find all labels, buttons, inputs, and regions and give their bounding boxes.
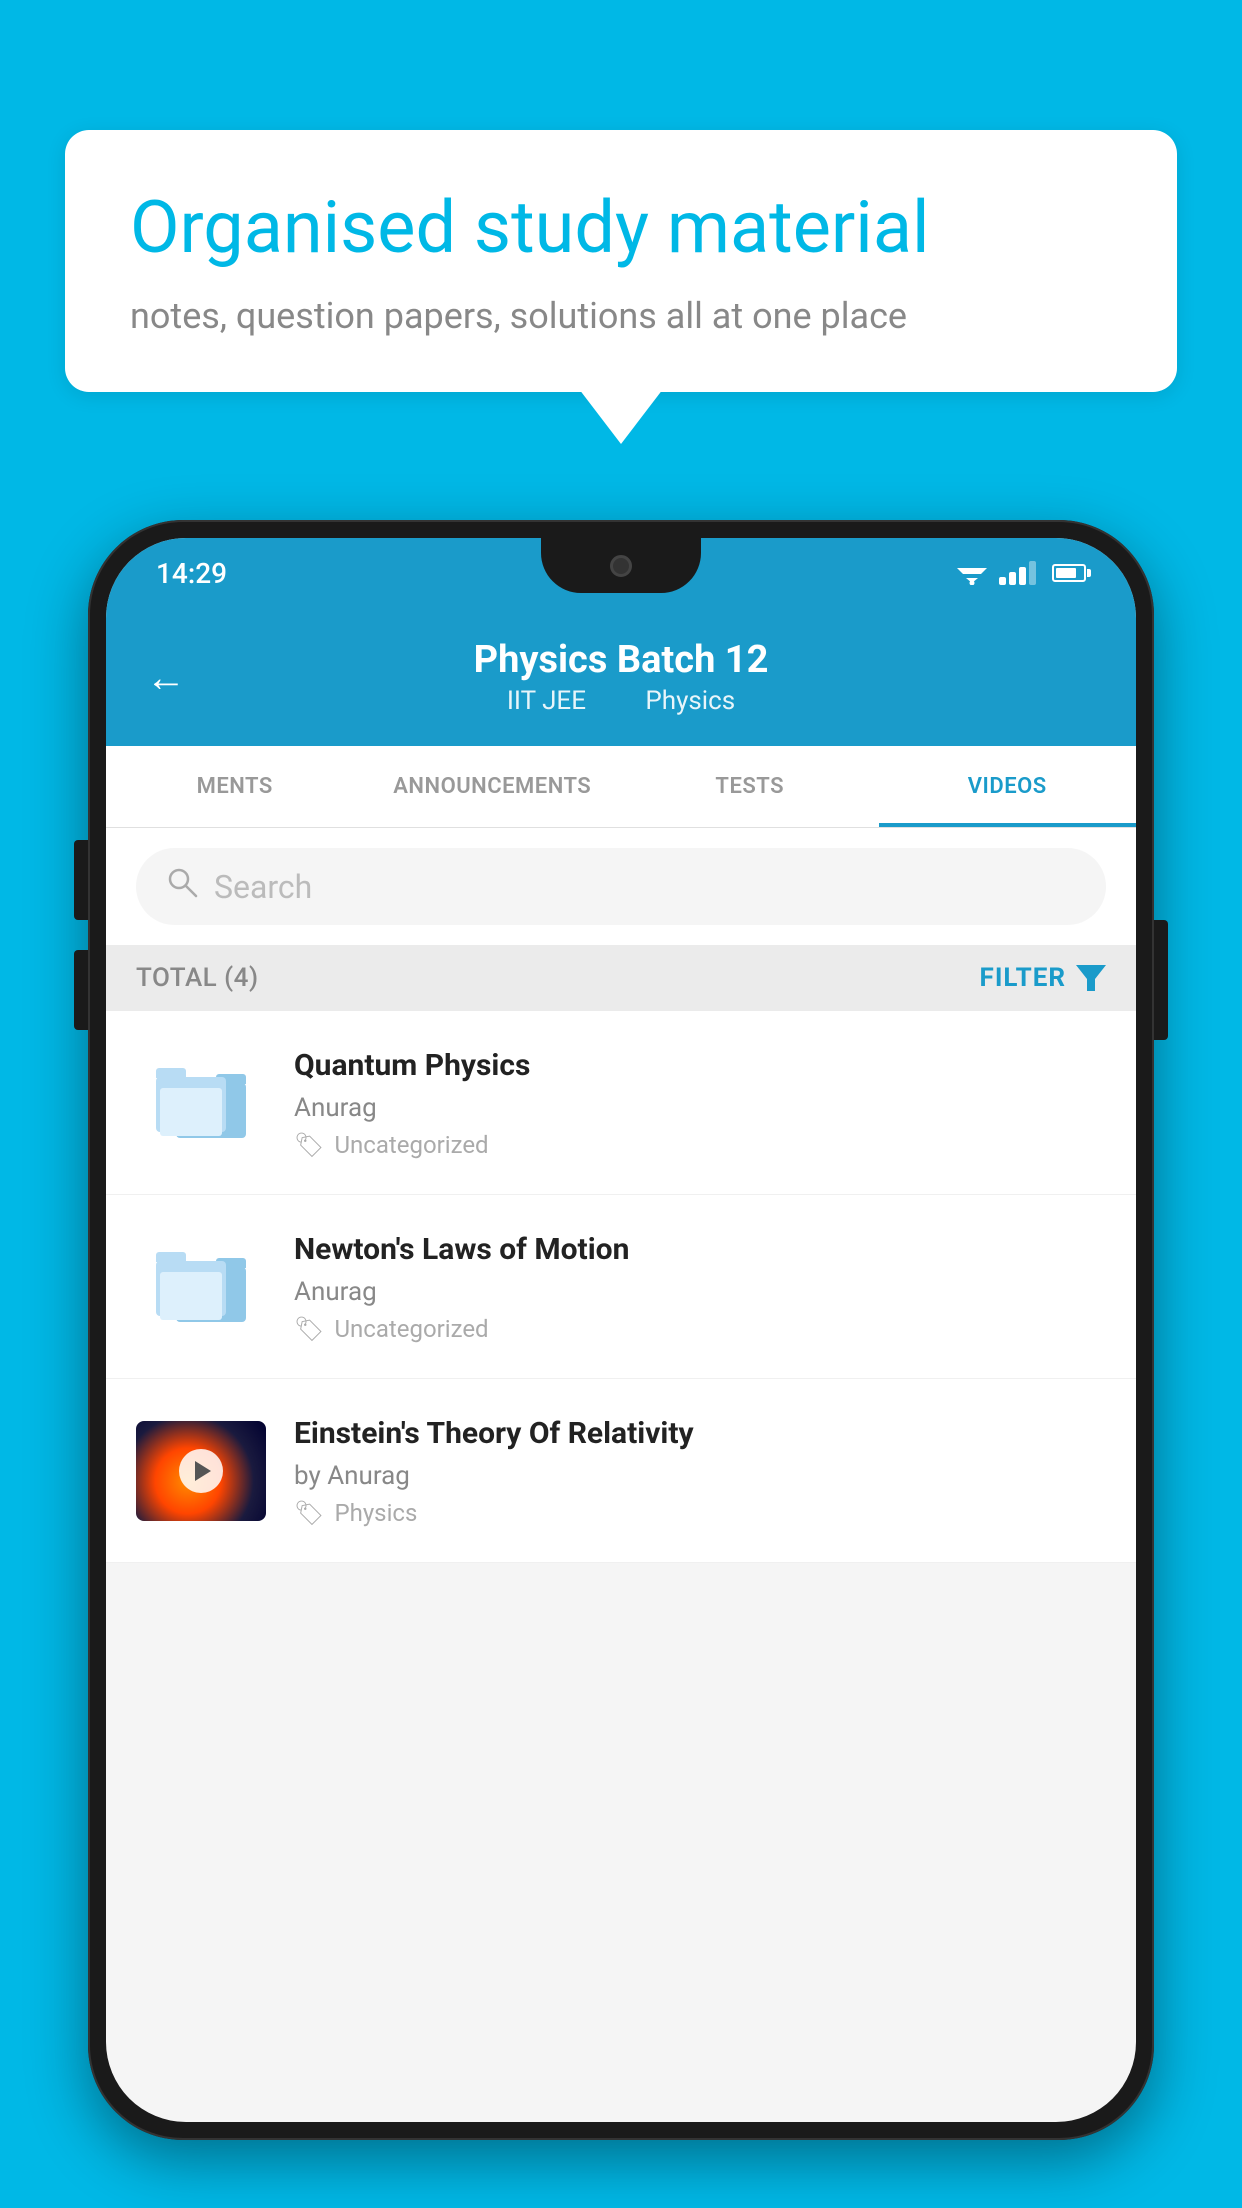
video-list: Quantum Physics Anurag 🏷 Uncategorized	[106, 1011, 1136, 1563]
tag-icon: 🏷	[294, 1315, 324, 1343]
folder-icon	[156, 1252, 246, 1322]
search-container: Search	[106, 828, 1136, 945]
video-title: Quantum Physics	[294, 1046, 1106, 1085]
app-header: ← Physics Batch 12 IIT JEE Physics	[106, 608, 1136, 746]
speech-bubble-title: Organised study material	[130, 185, 1112, 271]
video-tag: 🏷 Uncategorized	[294, 1315, 1106, 1343]
tab-tests[interactable]: TESTS	[621, 746, 879, 827]
status-icons	[957, 561, 1086, 585]
battery-icon	[1052, 564, 1086, 582]
speech-bubble-subtitle: notes, question papers, solutions all at…	[130, 295, 1112, 337]
header-subtitle: IIT JEE Physics	[474, 686, 769, 716]
folder-icon	[156, 1068, 246, 1138]
header-title-area: Physics Batch 12 IIT JEE Physics	[474, 638, 769, 716]
video-author: Anurag	[294, 1277, 1106, 1307]
header-subtitle-separator	[612, 686, 625, 716]
tag-label: Uncategorized	[334, 1131, 488, 1159]
folder-icon-wrap	[136, 1237, 266, 1337]
tab-videos[interactable]: VIDEOS	[879, 746, 1137, 827]
search-bar[interactable]: Search	[136, 848, 1106, 925]
video-author: Anurag	[294, 1093, 1106, 1123]
filter-funnel-icon	[1076, 965, 1106, 991]
list-item[interactable]: Einstein's Theory Of Relativity by Anura…	[106, 1379, 1136, 1563]
tag-label: Physics	[334, 1499, 417, 1527]
video-title: Newton's Laws of Motion	[294, 1230, 1106, 1269]
video-tag: 🏷 Uncategorized	[294, 1131, 1106, 1159]
header-title: Physics Batch 12	[474, 638, 769, 682]
search-icon	[166, 866, 198, 907]
signal-icon	[999, 561, 1036, 585]
tag-icon: 🏷	[294, 1131, 324, 1159]
filter-label: FILTER	[980, 963, 1066, 993]
total-label: TOTAL (4)	[136, 963, 259, 993]
video-title: Einstein's Theory Of Relativity	[294, 1414, 1106, 1453]
play-triangle-icon	[195, 1461, 211, 1481]
search-placeholder: Search	[214, 868, 312, 906]
notch	[541, 538, 701, 593]
phone-container: 14:29	[88, 520, 1154, 2140]
status-bar: 14:29	[106, 538, 1136, 608]
video-thumbnail	[136, 1421, 266, 1521]
header-subtitle-part2: Physics	[645, 686, 735, 716]
filter-bar: TOTAL (4) FILTER	[106, 945, 1136, 1011]
header-subtitle-part1: IIT JEE	[507, 686, 586, 716]
speech-bubble: Organised study material notes, question…	[65, 130, 1177, 392]
phone-outer: 14:29	[88, 520, 1154, 2140]
video-tag: 🏷 Physics	[294, 1499, 1106, 1527]
list-item[interactable]: Newton's Laws of Motion Anurag 🏷 Uncateg…	[106, 1195, 1136, 1379]
status-time: 14:29	[156, 557, 227, 590]
play-button[interactable]	[179, 1449, 223, 1493]
list-item[interactable]: Quantum Physics Anurag 🏷 Uncategorized	[106, 1011, 1136, 1195]
filter-button[interactable]: FILTER	[980, 963, 1106, 993]
video-info: Quantum Physics Anurag 🏷 Uncategorized	[294, 1046, 1106, 1159]
camera-dot	[610, 555, 632, 577]
tabs-bar: MENTS ANNOUNCEMENTS TESTS VIDEOS	[106, 746, 1136, 828]
back-button[interactable]: ←	[146, 654, 186, 701]
phone-screen: 14:29	[106, 538, 1136, 2122]
video-info: Einstein's Theory Of Relativity by Anura…	[294, 1414, 1106, 1527]
video-author: by Anurag	[294, 1461, 1106, 1491]
tab-ments[interactable]: MENTS	[106, 746, 364, 827]
tab-announcements[interactable]: ANNOUNCEMENTS	[364, 746, 622, 827]
tag-label: Uncategorized	[334, 1315, 488, 1343]
tag-icon: 🏷	[294, 1499, 324, 1527]
wifi-icon	[957, 561, 987, 585]
speech-bubble-area: Organised study material notes, question…	[65, 130, 1177, 392]
video-info: Newton's Laws of Motion Anurag 🏷 Uncateg…	[294, 1230, 1106, 1343]
folder-icon-wrap	[136, 1053, 266, 1153]
